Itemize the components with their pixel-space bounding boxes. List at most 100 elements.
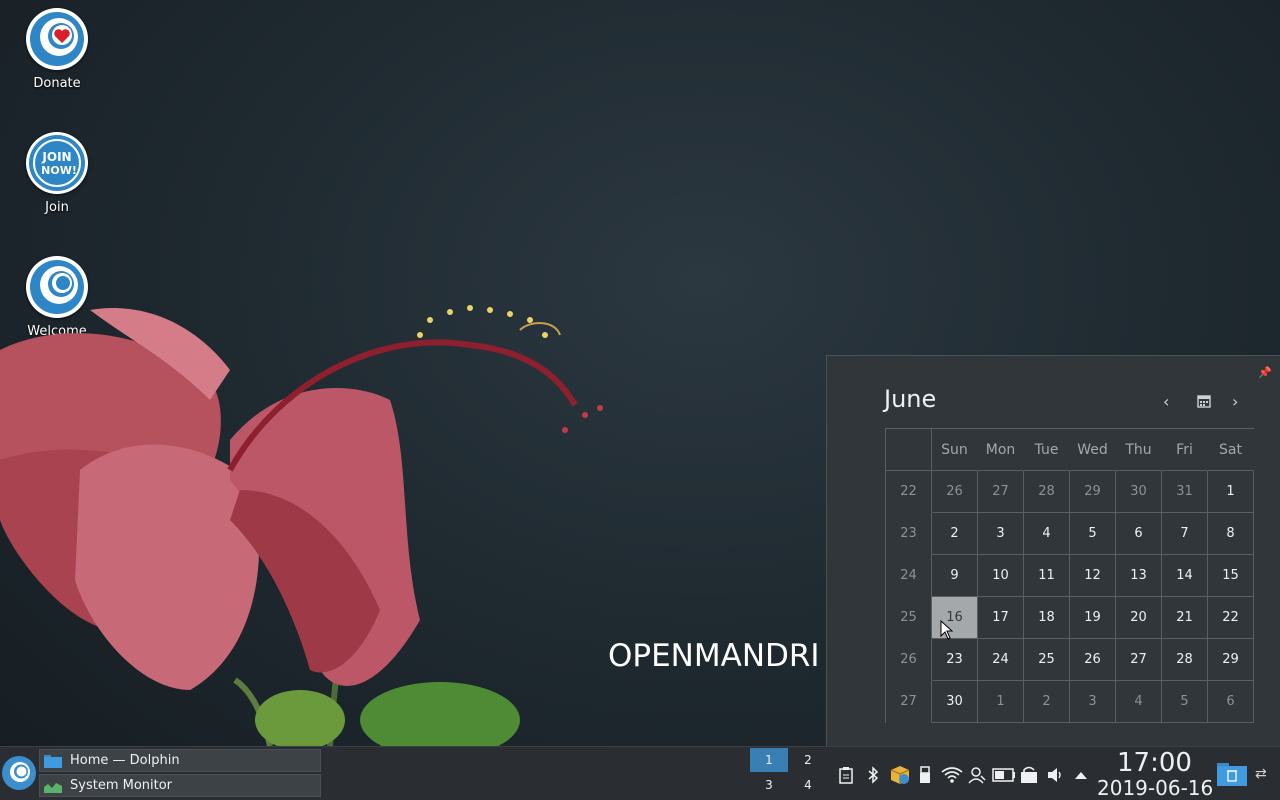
join-now-icon: JOIN NOW! <box>26 132 88 194</box>
grid-corner <box>886 429 932 471</box>
calendar-month-title: June <box>884 385 937 413</box>
calendar-day[interactable]: 29 <box>1070 471 1116 513</box>
mouse-cursor-icon <box>940 620 954 640</box>
pager-desktop-1[interactable]: 1 <box>750 748 788 772</box>
package-updates-icon[interactable] <box>890 766 910 784</box>
desktop-icon-donate[interactable]: Donate <box>17 8 97 91</box>
calendar-day[interactable]: 4 <box>1024 513 1070 555</box>
week-number: 23 <box>886 513 932 555</box>
pager-desktop-4[interactable]: 4 <box>789 773 827 797</box>
calendar-day[interactable]: 22 <box>1208 597 1254 639</box>
task-label: Home — Dolphin <box>70 753 180 768</box>
join-badge-line2: NOW! <box>41 164 77 177</box>
calendar-day[interactable]: 5 <box>1070 513 1116 555</box>
calendar-day[interactable]: 28 <box>1162 639 1208 681</box>
calendar-day[interactable]: 3 <box>1070 681 1116 723</box>
application-launcher-button[interactable] <box>2 756 36 790</box>
system-monitor-icon <box>44 782 62 793</box>
calendar-day[interactable]: 2 <box>932 513 978 555</box>
calendar-day-today[interactable]: 16 <box>932 597 978 639</box>
calendar-day[interactable]: 1 <box>1208 471 1254 513</box>
week-number: 25 <box>886 597 932 639</box>
calendar-day[interactable]: 27 <box>978 471 1024 513</box>
calendar-day[interactable]: 30 <box>1116 471 1162 513</box>
calendar-day[interactable]: 26 <box>932 471 978 513</box>
weekday-header: Thu <box>1116 429 1162 471</box>
heart-icon <box>26 8 88 70</box>
weekday-header: Wed <box>1070 429 1116 471</box>
weekday-header: Sun <box>932 429 978 471</box>
calendar-day[interactable]: 13 <box>1116 555 1162 597</box>
calendar-grid: Sun Mon Tue Wed Thu Fri Sat 22 26 27 28 … <box>885 428 1254 723</box>
virtual-desktop-pager: 1 2 3 4 <box>750 748 828 798</box>
task-label: System Monitor <box>70 778 173 793</box>
clock-time[interactable]: 17:00 <box>1117 748 1192 778</box>
calendar-day[interactable]: 31 <box>1162 471 1208 513</box>
calendar-day[interactable]: 21 <box>1162 597 1208 639</box>
calendar-day[interactable]: 11 <box>1024 555 1070 597</box>
pin-icon[interactable]: 📌 <box>1258 366 1272 379</box>
calendar-day[interactable]: 12 <box>1070 555 1116 597</box>
calendar-day[interactable]: 15 <box>1208 555 1254 597</box>
calendar-day[interactable]: 24 <box>978 639 1024 681</box>
desktop-icon-label: Join <box>45 200 69 215</box>
panel-configure-icon[interactable]: ⇄ <box>1255 766 1267 782</box>
calendar-day[interactable]: 10 <box>978 555 1024 597</box>
calendar-day[interactable]: 19 <box>1070 597 1116 639</box>
trash-icon[interactable] <box>1217 760 1247 786</box>
calendar-day[interactable]: 18 <box>1024 597 1070 639</box>
chevron-right-icon[interactable]: › <box>1232 392 1238 411</box>
desktop-icon-label: Donate <box>33 76 81 91</box>
calendar-day[interactable]: 8 <box>1208 513 1254 555</box>
chevron-left-icon[interactable]: ‹ <box>1163 392 1169 411</box>
user-switcher-icon[interactable] <box>968 766 986 784</box>
wallpaper-hibiscus <box>0 305 603 746</box>
openmandriva-wordmark: OPENMANDRI <box>608 638 820 674</box>
desktop-icon-join[interactable]: JOIN NOW! Join <box>17 132 97 215</box>
calendar-day[interactable]: 6 <box>1116 513 1162 555</box>
bluetooth-icon[interactable] <box>866 766 880 784</box>
calendar-day[interactable]: 25 <box>1024 639 1070 681</box>
calendar-today-icon[interactable] <box>1197 393 1211 412</box>
usb-device-icon[interactable] <box>918 766 932 784</box>
calendar-day[interactable]: 28 <box>1024 471 1070 513</box>
join-badge-line1: JOIN <box>41 150 71 164</box>
calendar-day[interactable]: 3 <box>978 513 1024 555</box>
clipboard-icon[interactable] <box>838 766 854 784</box>
week-number: 27 <box>886 681 932 723</box>
calendar-day[interactable]: 2 <box>1024 681 1070 723</box>
vault-icon[interactable] <box>1020 766 1038 784</box>
calendar-day[interactable]: 1 <box>978 681 1024 723</box>
expand-tray-icon[interactable] <box>1073 766 1089 784</box>
pager-desktop-2[interactable]: 2 <box>789 748 827 772</box>
calendar-day[interactable]: 4 <box>1116 681 1162 723</box>
calendar-day[interactable]: 29 <box>1208 639 1254 681</box>
week-number: 24 <box>886 555 932 597</box>
calendar-day[interactable]: 30 <box>932 681 978 723</box>
clock-date[interactable]: 2019-06-16 <box>1097 776 1213 800</box>
folder-icon <box>44 754 62 768</box>
calendar-day[interactable]: 5 <box>1162 681 1208 723</box>
calendar-day[interactable]: 6 <box>1208 681 1254 723</box>
calendar-day[interactable]: 7 <box>1162 513 1208 555</box>
week-number: 22 <box>886 471 932 513</box>
wifi-icon[interactable] <box>941 766 963 784</box>
volume-icon[interactable] <box>1046 766 1064 784</box>
pager-desktop-3[interactable]: 3 <box>750 773 788 797</box>
week-number: 26 <box>886 639 932 681</box>
calendar-day[interactable]: 27 <box>1116 639 1162 681</box>
task-system-monitor[interactable]: System Monitor <box>39 774 321 797</box>
calendar-day[interactable]: 14 <box>1162 555 1208 597</box>
calendar-day[interactable]: 26 <box>1070 639 1116 681</box>
calendar-day[interactable]: 9 <box>932 555 978 597</box>
battery-icon[interactable] <box>992 766 1016 784</box>
task-home-dolphin[interactable]: Home — Dolphin <box>39 749 321 772</box>
weekday-header: Sat <box>1208 429 1254 471</box>
calendar-day[interactable]: 17 <box>978 597 1024 639</box>
openmandriva-launcher-icon <box>5 759 33 787</box>
weekday-header: Mon <box>978 429 1024 471</box>
weekday-header: Fri <box>1162 429 1208 471</box>
calendar-day[interactable]: 20 <box>1116 597 1162 639</box>
calendar-day[interactable]: 23 <box>932 639 978 681</box>
weekday-header: Tue <box>1024 429 1070 471</box>
